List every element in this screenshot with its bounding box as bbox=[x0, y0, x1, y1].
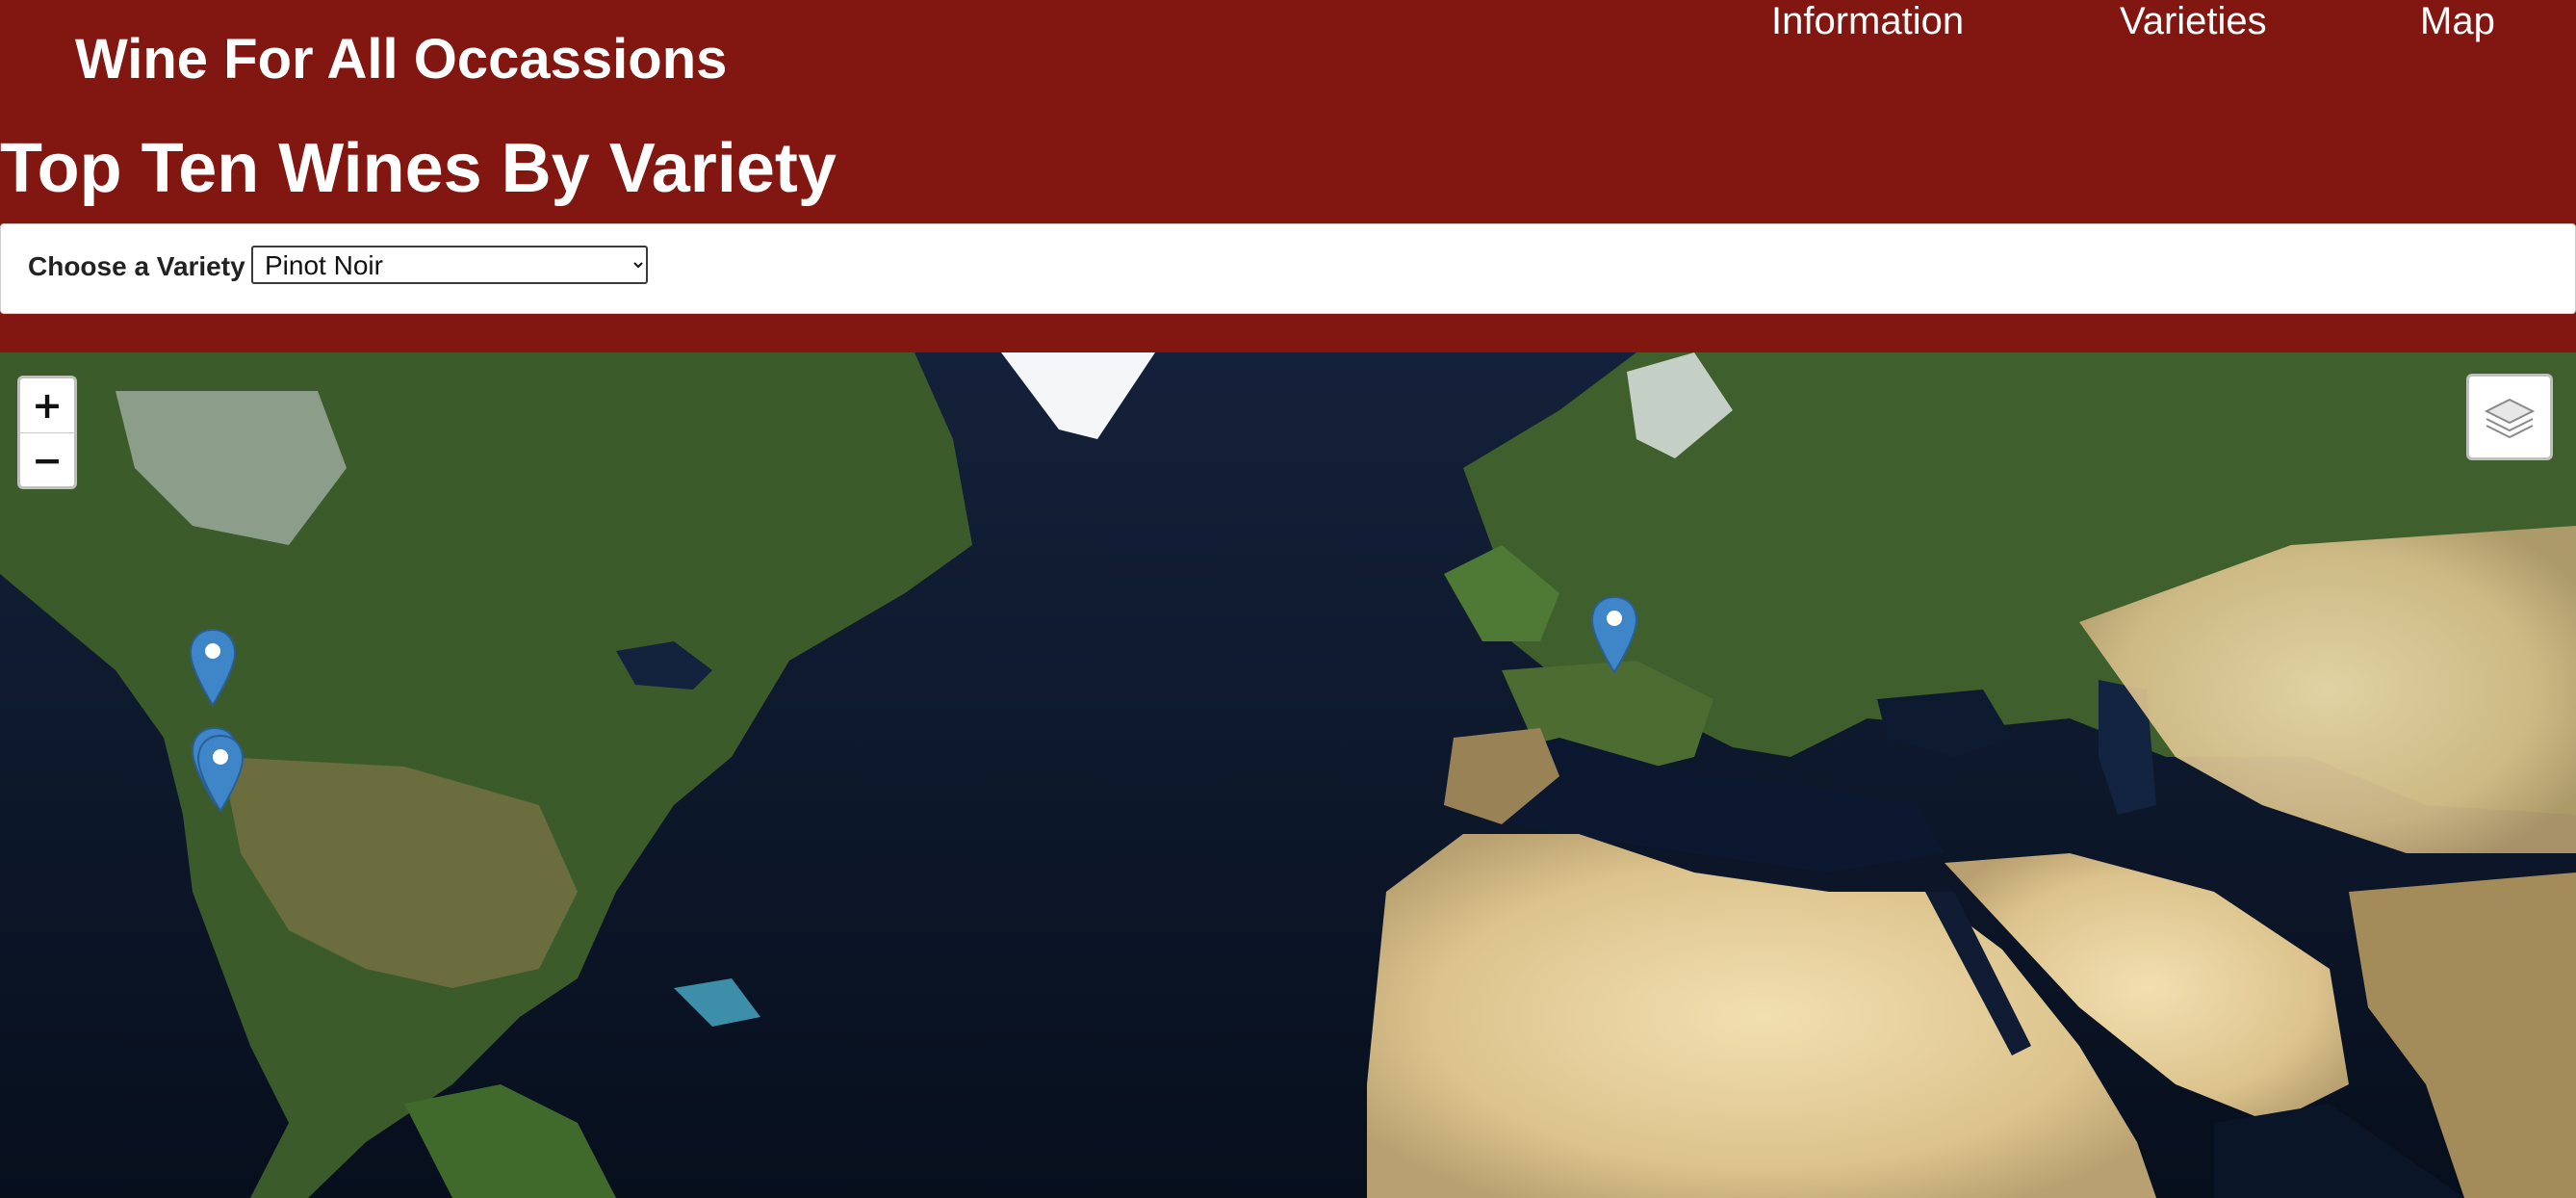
nav-map-link[interactable]: Map bbox=[2420, 0, 2495, 42]
variety-select[interactable]: Pinot Noir bbox=[251, 246, 648, 284]
zoom-in-button[interactable]: + bbox=[20, 378, 74, 433]
nav-information-link[interactable]: Information bbox=[1771, 0, 1964, 42]
layers-icon bbox=[2484, 398, 2536, 439]
satellite-map-tiles bbox=[0, 352, 2576, 1198]
map-pin-icon[interactable] bbox=[196, 734, 245, 813]
page-title: Top Ten Wines By Variety bbox=[0, 130, 837, 207]
variety-selector-panel: Choose a Variety Pinot Noir bbox=[0, 223, 2576, 314]
nav-varieties-link[interactable]: Varieties bbox=[2120, 0, 2267, 42]
layers-control-button[interactable] bbox=[2466, 374, 2553, 460]
map-pin-icon[interactable] bbox=[189, 628, 237, 707]
zoom-out-button[interactable]: − bbox=[20, 433, 74, 487]
site-brand[interactable]: Wine For All Occassions bbox=[75, 25, 727, 94]
world-map[interactable]: + − bbox=[0, 352, 2576, 1198]
map-pin-icon[interactable] bbox=[1590, 595, 1638, 674]
variety-select-label: Choose a Variety bbox=[28, 251, 245, 281]
site-header: Wine For All Occassions Information Vari… bbox=[0, 0, 2576, 352]
zoom-control: + − bbox=[17, 376, 77, 489]
